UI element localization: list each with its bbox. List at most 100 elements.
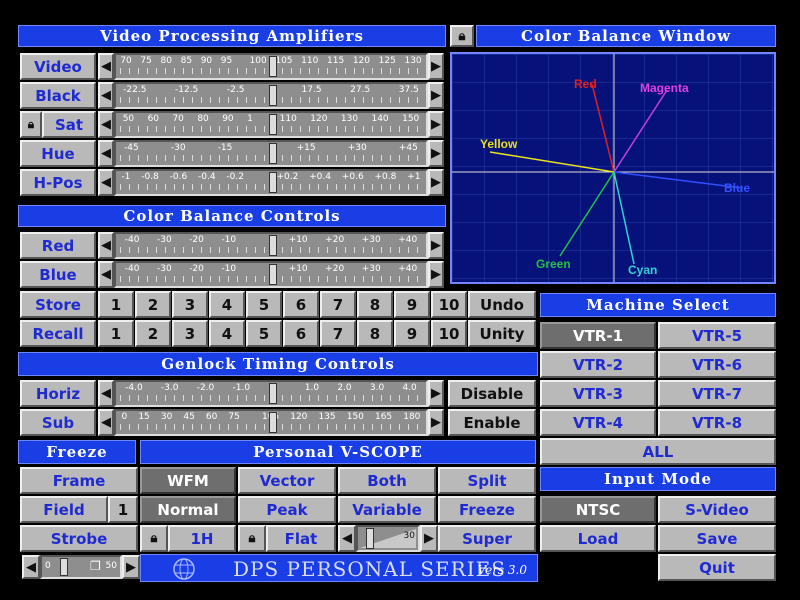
recall-extra-button[interactable]: Unity	[468, 320, 536, 347]
vpa-hue-left-arrow[interactable]: ◀	[98, 140, 114, 167]
vpa-hue-button[interactable]: Hue	[20, 140, 96, 167]
vscope-left-arrow[interactable]: ◀	[338, 525, 356, 552]
cbc-blue-slider[interactable]: -40 -30 -20 -10 +10 +20 +30 +40	[114, 261, 428, 288]
machine-vtr-8[interactable]: VTR-8	[658, 409, 776, 436]
vscope-right-arrow[interactable]: ▶	[420, 525, 438, 552]
field-number[interactable]: 1	[108, 496, 138, 523]
save-button[interactable]: Save	[658, 525, 776, 552]
vpa-video-thumb[interactable]	[269, 56, 277, 77]
cbc-blue-left-arrow[interactable]: ◀	[98, 261, 114, 288]
strobe-button[interactable]: Strobe	[20, 525, 138, 552]
genlock-horiz-right-arrow[interactable]: ▶	[428, 380, 444, 407]
mini-left-arrow[interactable]: ◀	[22, 555, 40, 579]
vpa-hue-thumb[interactable]	[269, 143, 277, 164]
machine-vtr-3[interactable]: VTR-3	[540, 380, 656, 407]
vpa-hue-slider[interactable]: -45 -30 -15 +15 +30 +45	[114, 140, 428, 167]
store-slot-5[interactable]: 5	[246, 291, 282, 318]
vpa-black-left-arrow[interactable]: ◀	[98, 82, 114, 109]
cbc-red-slider[interactable]: -40 -30 -20 -10 +10 +20 +30 +40	[114, 232, 428, 259]
vpa-video-right-arrow[interactable]: ▶	[428, 53, 444, 80]
recall-slot-5[interactable]: 5	[246, 320, 282, 347]
field-button[interactable]: Field	[20, 496, 108, 523]
store-slot-1[interactable]: 1	[98, 291, 134, 318]
vpa-black-slider[interactable]: -22.5 -12.5 -2.5 17.5 27.5 37.5	[114, 82, 428, 109]
vpa-sat-lock-icon[interactable]: 🔒︎	[20, 111, 42, 138]
machine-vtr-7[interactable]: VTR-7	[658, 380, 776, 407]
recall-slot-9[interactable]: 9	[394, 320, 430, 347]
1h-button[interactable]: 1H	[168, 525, 236, 552]
lock-icon-2[interactable]: 🔒︎	[140, 525, 168, 552]
vpa-h-pos-thumb[interactable]	[269, 172, 277, 193]
store-slot-2[interactable]: 2	[135, 291, 171, 318]
vscope-split-button[interactable]: Split	[438, 467, 536, 494]
machine-vtr-4[interactable]: VTR-4	[540, 409, 656, 436]
vpa-video-slider[interactable]: 70 75 80 85 90 95 100 105 110 115 120 125 130	[114, 53, 428, 80]
vscope-slider[interactable]: 30	[356, 525, 420, 552]
vpa-black-button[interactable]: Black	[20, 82, 96, 109]
all-machines-button[interactable]: ALL	[540, 438, 776, 465]
vpa-h-pos-button[interactable]: H-Pos	[20, 169, 96, 196]
recall-slot-7[interactable]: 7	[320, 320, 356, 347]
vpa-black-thumb[interactable]	[269, 85, 277, 106]
mini-right-arrow[interactable]: ▶	[122, 555, 140, 579]
cbc-red-right-arrow[interactable]: ▶	[428, 232, 444, 259]
genlock-horiz-button[interactable]: Horiz	[20, 380, 96, 407]
store-extra-button[interactable]: Undo	[468, 291, 536, 318]
flat-button[interactable]: Flat	[266, 525, 336, 552]
store-slot-10[interactable]: 10	[431, 291, 467, 318]
recall-slot-8[interactable]: 8	[357, 320, 393, 347]
vpa-h-pos-left-arrow[interactable]: ◀	[98, 169, 114, 196]
cbc-red-thumb[interactable]	[269, 235, 277, 256]
machine-vtr-2[interactable]: VTR-2	[540, 351, 656, 378]
vscope-vector-button[interactable]: Vector	[238, 467, 336, 494]
vpa-hue-right-arrow[interactable]: ▶	[428, 140, 444, 167]
vpa-sat-slider[interactable]: 50 60 70 80 90 1 110 120 130 140 150	[114, 111, 428, 138]
store-button[interactable]: Store	[20, 291, 96, 318]
recall-slot-2[interactable]: 2	[135, 320, 171, 347]
vscope-normal-button[interactable]: Normal	[140, 496, 236, 523]
vscope-variable-button[interactable]: Variable	[338, 496, 436, 523]
genlock-disable-button[interactable]: Disable	[448, 380, 536, 407]
genlock-sub-slider[interactable]: 01530456075105120135150165180	[114, 409, 428, 436]
lock-icon-3[interactable]: 🔒︎	[238, 525, 266, 552]
vpa-black-right-arrow[interactable]: ▶	[428, 82, 444, 109]
vpa-h-pos-right-arrow[interactable]: ▶	[428, 169, 444, 196]
recall-slot-4[interactable]: 4	[209, 320, 245, 347]
recall-slot-10[interactable]: 10	[431, 320, 467, 347]
frame-button[interactable]: Frame	[20, 467, 138, 494]
vscope-slider-thumb[interactable]	[366, 528, 374, 549]
genlock-horiz-thumb[interactable]	[269, 383, 277, 404]
cbc-red-button[interactable]: Red	[20, 232, 96, 259]
recall-button[interactable]: Recall	[20, 320, 96, 347]
cbc-blue-thumb[interactable]	[269, 264, 277, 285]
quit-button[interactable]: Quit	[658, 554, 776, 581]
store-slot-3[interactable]: 3	[172, 291, 208, 318]
store-slot-4[interactable]: 4	[209, 291, 245, 318]
genlock-sub-left-arrow[interactable]: ◀	[98, 409, 114, 436]
genlock-sub-right-arrow[interactable]: ▶	[428, 409, 444, 436]
vpa-sat-right-arrow[interactable]: ▶	[428, 111, 444, 138]
cbc-blue-right-arrow[interactable]: ▶	[428, 261, 444, 288]
vpa-sat-button[interactable]: Sat	[42, 111, 96, 138]
svideo-button[interactable]: S-Video	[658, 496, 776, 523]
vscope-wfm-button[interactable]: WFM	[140, 467, 236, 494]
load-button[interactable]: Load	[540, 525, 656, 552]
genlock-horiz-slider[interactable]: -4.0 -3.0 -2.0 -1.0 1.0 2.0 3.0 4.0	[114, 380, 428, 407]
lock-icon[interactable]: 🔒︎	[450, 25, 474, 47]
recall-slot-3[interactable]: 3	[172, 320, 208, 347]
strobe-slider-thumb[interactable]	[60, 558, 68, 576]
recall-slot-6[interactable]: 6	[283, 320, 319, 347]
ntsc-button[interactable]: NTSC	[540, 496, 656, 523]
vscope-peak-button[interactable]: Peak	[238, 496, 336, 523]
genlock-sub-button[interactable]: Sub	[20, 409, 96, 436]
genlock-sub-thumb[interactable]	[269, 412, 277, 433]
store-slot-9[interactable]: 9	[394, 291, 430, 318]
super-button[interactable]: Super	[438, 525, 536, 552]
cbc-red-left-arrow[interactable]: ◀	[98, 232, 114, 259]
store-slot-6[interactable]: 6	[283, 291, 319, 318]
vpa-video-button[interactable]: Video	[20, 53, 96, 80]
genlock-horiz-left-arrow[interactable]: ◀	[98, 380, 114, 407]
vpa-sat-thumb[interactable]	[269, 114, 277, 135]
store-slot-8[interactable]: 8	[357, 291, 393, 318]
vpa-video-left-arrow[interactable]: ◀	[98, 53, 114, 80]
